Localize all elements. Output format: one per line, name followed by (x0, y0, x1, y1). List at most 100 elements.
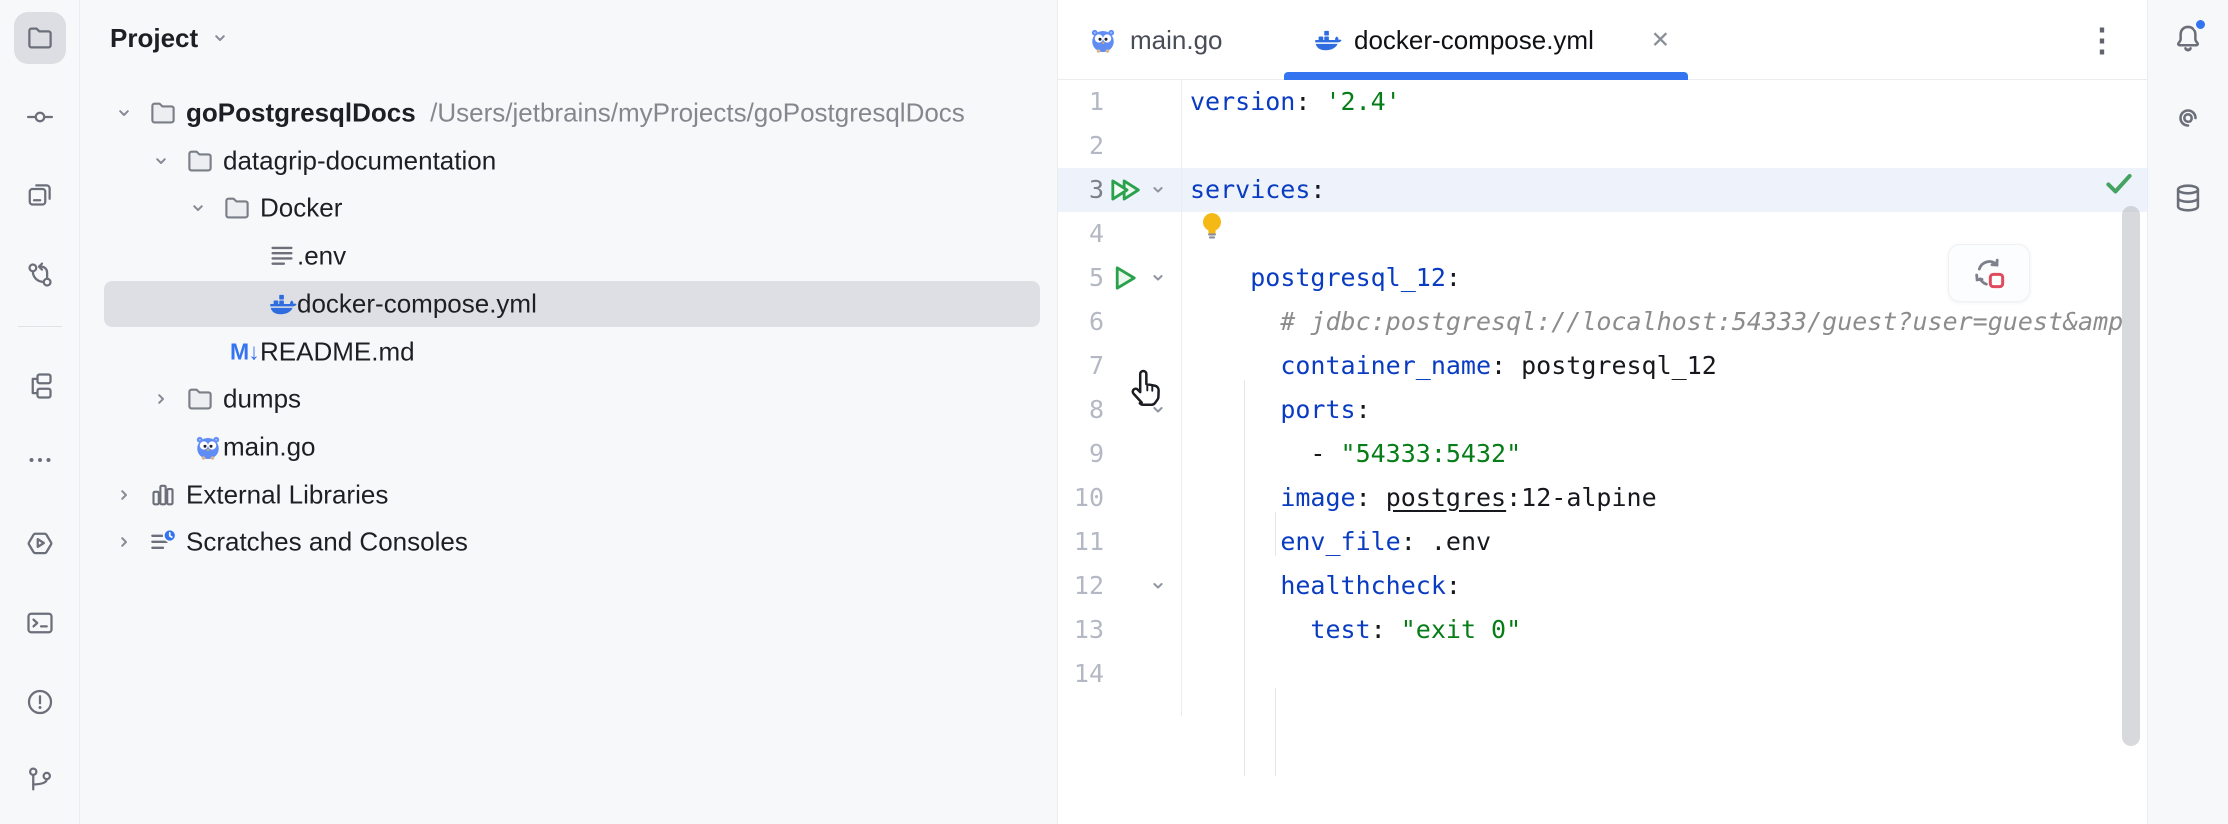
editor-scrollbar[interactable] (2122, 206, 2140, 746)
services-icon (25, 528, 55, 558)
line-number: 13 (1073, 615, 1104, 644)
tree-item-datagrip-documentation[interactable]: datagrip-documentation (80, 138, 1058, 184)
tool-window-stripe-left (0, 0, 80, 824)
terminal-icon (25, 608, 55, 638)
editor-options-menu-icon[interactable]: ⋮ (2080, 18, 2124, 62)
active-tab-underline (1284, 72, 1688, 80)
code-line: version: '2.4' (1190, 87, 1401, 116)
code-line: image: postgres:12-alpine (1280, 483, 1657, 512)
bookmarks-tool-button[interactable] (14, 169, 66, 221)
code-line: healthcheck: (1280, 571, 1461, 600)
tree-item-external-libraries[interactable]: External Libraries (80, 472, 1058, 518)
project-view-selector[interactable]: Project (110, 20, 232, 56)
chevron-down-icon (208, 26, 232, 50)
line-number: 12 (1073, 571, 1104, 600)
tab-main-go[interactable]: main.go (1072, 0, 1268, 80)
tree-item-dumps[interactable]: dumps (80, 376, 1058, 422)
line-number: 1 (1088, 87, 1104, 116)
code-line: test: "exit 0" (1310, 615, 1522, 644)
project-path: /Users/jetbrains/myProjects/goPostgresql… (415, 97, 965, 128)
file-lines-icon (267, 241, 297, 271)
terminal-tool-button[interactable] (14, 597, 66, 649)
tree-item-readme-md[interactable]: M↓ README.md (80, 329, 1058, 375)
more-tool-windows-tool-button[interactable] (14, 434, 66, 486)
gutter-line-numbers: 1 2 3 4 5 6 7 8 9 10 11 12 13 14 (1058, 80, 1104, 696)
line-number: 8 (1088, 395, 1104, 424)
project-view-title: Project (110, 22, 199, 53)
tool-window-stripe-right (2147, 0, 2228, 824)
run-options-chevron-icon[interactable] (1146, 178, 1170, 202)
chevron-right-icon[interactable] (112, 530, 136, 554)
line-number: 11 (1073, 527, 1104, 556)
library-icon (148, 480, 178, 510)
code-line: container_name: postgresql_12 (1280, 351, 1717, 380)
chevron-down-icon[interactable] (112, 101, 136, 125)
tab-docker-compose-yml[interactable]: docker-compose.yml ✕ (1284, 0, 1688, 80)
tree-item-label: docker-compose.yml (297, 288, 537, 319)
go-gopher-icon (1088, 25, 1118, 55)
problems-tool-button[interactable] (14, 676, 66, 728)
ai-icon (2171, 101, 2205, 135)
tree-item-main-go[interactable]: main.go (80, 424, 1058, 470)
folder-icon (185, 146, 215, 176)
markdown-icon: M↓ (230, 338, 260, 365)
commit-icon (25, 102, 55, 132)
fold-chevron-icon[interactable] (1146, 398, 1170, 422)
folder-icon (25, 23, 55, 53)
docker-restart-service-button[interactable] (1948, 244, 2030, 302)
folder-icon (222, 193, 252, 223)
chevron-down-icon[interactable] (186, 196, 210, 220)
structure-tool-button[interactable] (14, 360, 66, 412)
tree-item-gopostgresqldocs[interactable]: goPostgresqlDocs /Users/jetbrains/myProj… (80, 90, 1058, 136)
run-options-chevron-icon[interactable] (1146, 266, 1170, 290)
services-tool-button[interactable] (14, 517, 66, 569)
intention-bulb-icon[interactable] (1194, 208, 1230, 244)
notifications-button[interactable] (2162, 12, 2214, 64)
tree-item--env[interactable]: .env (80, 233, 1058, 279)
tab-label: main.go (1130, 24, 1223, 55)
tree-item-label: main.go (223, 431, 316, 462)
database-button[interactable] (2162, 172, 2214, 224)
project-tool-button[interactable] (14, 12, 66, 64)
tree-item-label: Docker (260, 192, 343, 223)
editor-tab-bar: main.go docker-compose.yml ✕ ⋮ (1058, 0, 2147, 80)
problems-icon (25, 687, 55, 717)
line-number: 9 (1088, 439, 1104, 468)
pull-requests-tool-button[interactable] (14, 249, 66, 301)
chevron-down-icon[interactable] (149, 149, 173, 173)
tree-item-label: Scratches and Consoles (186, 526, 468, 557)
run-all-button[interactable] (1108, 173, 1142, 207)
ai-assistant-button[interactable] (2162, 92, 2214, 144)
line-number: 5 (1088, 263, 1104, 292)
line-number: 14 (1073, 659, 1104, 688)
code-editor[interactable]: 1 2 3 4 5 6 7 8 9 10 11 12 13 14 version: '2.4' servic… (1058, 80, 2147, 824)
pr-icon (25, 260, 55, 290)
inspections-ok-icon[interactable] (2102, 166, 2136, 200)
line-number: 3 (1088, 175, 1104, 204)
chevron-right-icon[interactable] (149, 387, 173, 411)
more-icon (25, 445, 55, 475)
chevron-right-icon[interactable] (112, 483, 136, 507)
tree-item-docker-compose-yml[interactable]: docker-compose.yml (80, 281, 1058, 327)
tree-selection (104, 281, 1040, 327)
tree-item-label: dumps (223, 383, 302, 414)
commit-tool-button[interactable] (14, 91, 66, 143)
restart-stop-icon (1969, 253, 2009, 293)
tree-item-label: README.md (260, 336, 415, 367)
gutter-separator (1181, 80, 1182, 716)
fold-chevron-icon[interactable] (1146, 574, 1170, 598)
tree-item-docker[interactable]: Docker (80, 185, 1058, 231)
run-button[interactable] (1108, 261, 1142, 295)
version-control-tool-button[interactable] (14, 754, 66, 806)
tree-item-scratches-and-consoles[interactable]: Scratches and Consoles (80, 519, 1058, 565)
windows-icon (25, 180, 55, 210)
tree-item-label: .env (297, 240, 347, 271)
scratch-icon (148, 527, 178, 557)
docker-icon (1312, 25, 1342, 55)
code-line: services: (1190, 175, 1326, 204)
close-tab-icon[interactable]: ✕ (1651, 27, 1670, 54)
code-line: - "54333:5432" (1190, 439, 1522, 468)
line-number: 6 (1088, 307, 1104, 336)
